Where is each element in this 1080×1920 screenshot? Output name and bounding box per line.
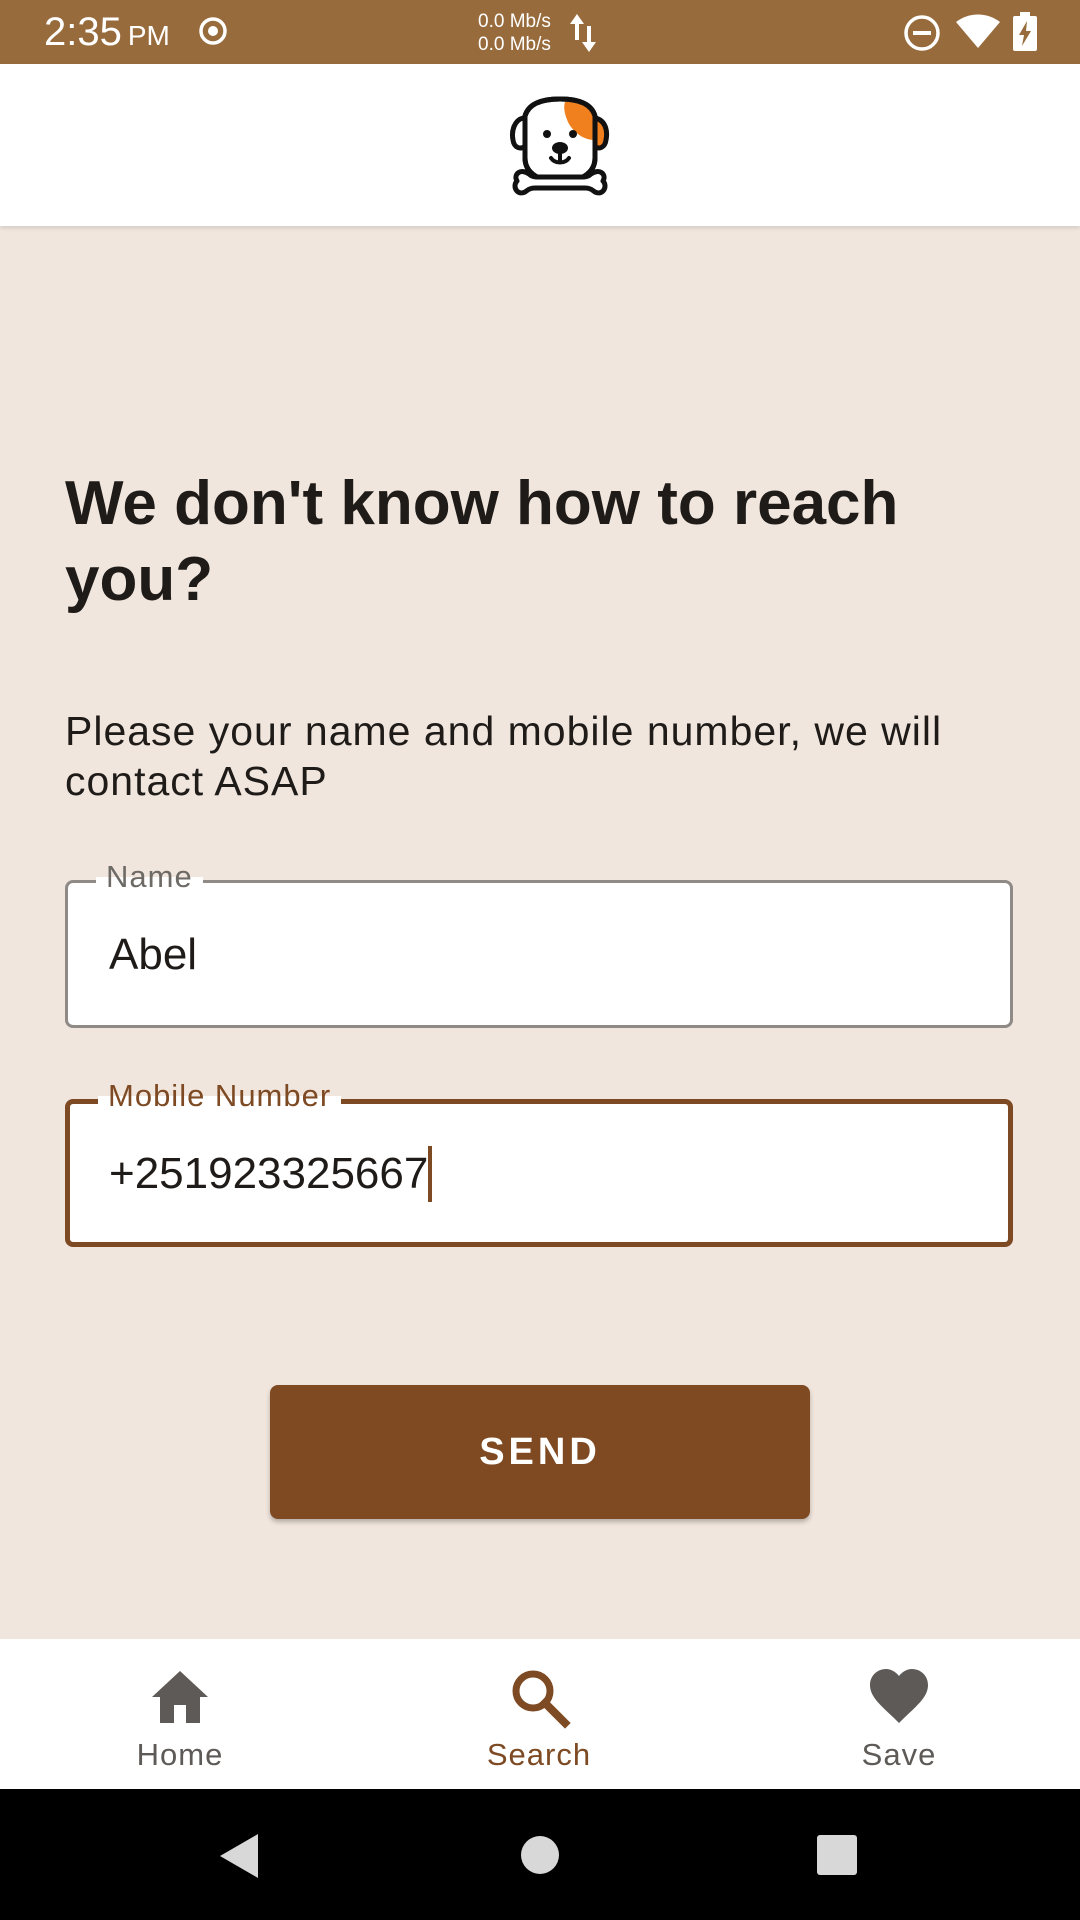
network-speed-down: 0.0 Mb/s: [478, 34, 551, 55]
page-title: We don't know how to reach you?: [65, 469, 899, 614]
nav-item-search-label: Search: [486, 1737, 592, 1772]
mobile-number-input[interactable]: +251923325667: [109, 1146, 433, 1202]
wifi-icon: [956, 14, 1000, 48]
nav-item-home-label: Home: [136, 1737, 224, 1772]
text-cursor: [428, 1146, 433, 1202]
nav-item-search[interactable]: Search: [359, 1639, 719, 1789]
name-input[interactable]: Abel: [109, 927, 197, 983]
mobile-number-value: +251923325667: [109, 1149, 429, 1198]
send-button[interactable]: SEND: [270, 1385, 810, 1519]
status-time: 2:35 PM: [44, 10, 170, 58]
nav-item-save-label: Save: [861, 1737, 937, 1772]
home-circle-icon[interactable]: [520, 1835, 560, 1875]
data-arrows-icon: [570, 14, 596, 52]
back-icon[interactable]: [216, 1831, 262, 1881]
name-field-label: Name: [96, 857, 203, 897]
mobile-number-field-label: Mobile Number: [98, 1076, 342, 1116]
home-icon: [152, 1671, 208, 1723]
recent-apps-icon[interactable]: [817, 1835, 857, 1875]
record-icon: [199, 17, 227, 45]
search-icon: [512, 1670, 571, 1729]
status-time-ampm: PM: [127, 20, 170, 51]
bottom-navigation: Home Search Save: [0, 1639, 1080, 1789]
system-navigation-bar: [0, 1789, 1080, 1920]
app-bar: [0, 64, 1080, 226]
name-field[interactable]: Name Abel: [65, 857, 1013, 1028]
heart-icon: [870, 1669, 928, 1723]
network-speed: 0.0 Mb/s 0.0 Mb/s: [478, 10, 551, 56]
nav-item-home[interactable]: Home: [0, 1639, 360, 1789]
network-speed-up: 0.0 Mb/s: [478, 11, 551, 32]
page-subtitle: Please your name and mobile number, we w…: [65, 708, 943, 804]
mobile-number-field[interactable]: Mobile Number +251923325667: [65, 1076, 1013, 1247]
nav-item-save[interactable]: Save: [719, 1639, 1079, 1789]
status-time-value: 2:35: [44, 10, 122, 54]
battery-charging-icon: [1013, 12, 1037, 51]
dog-with-bone-logo: [510, 96, 610, 196]
status-bar: 2:35 PM 0.0 Mb/s 0.0 Mb/s: [0, 0, 1080, 64]
do-not-disturb-icon: [904, 15, 940, 51]
